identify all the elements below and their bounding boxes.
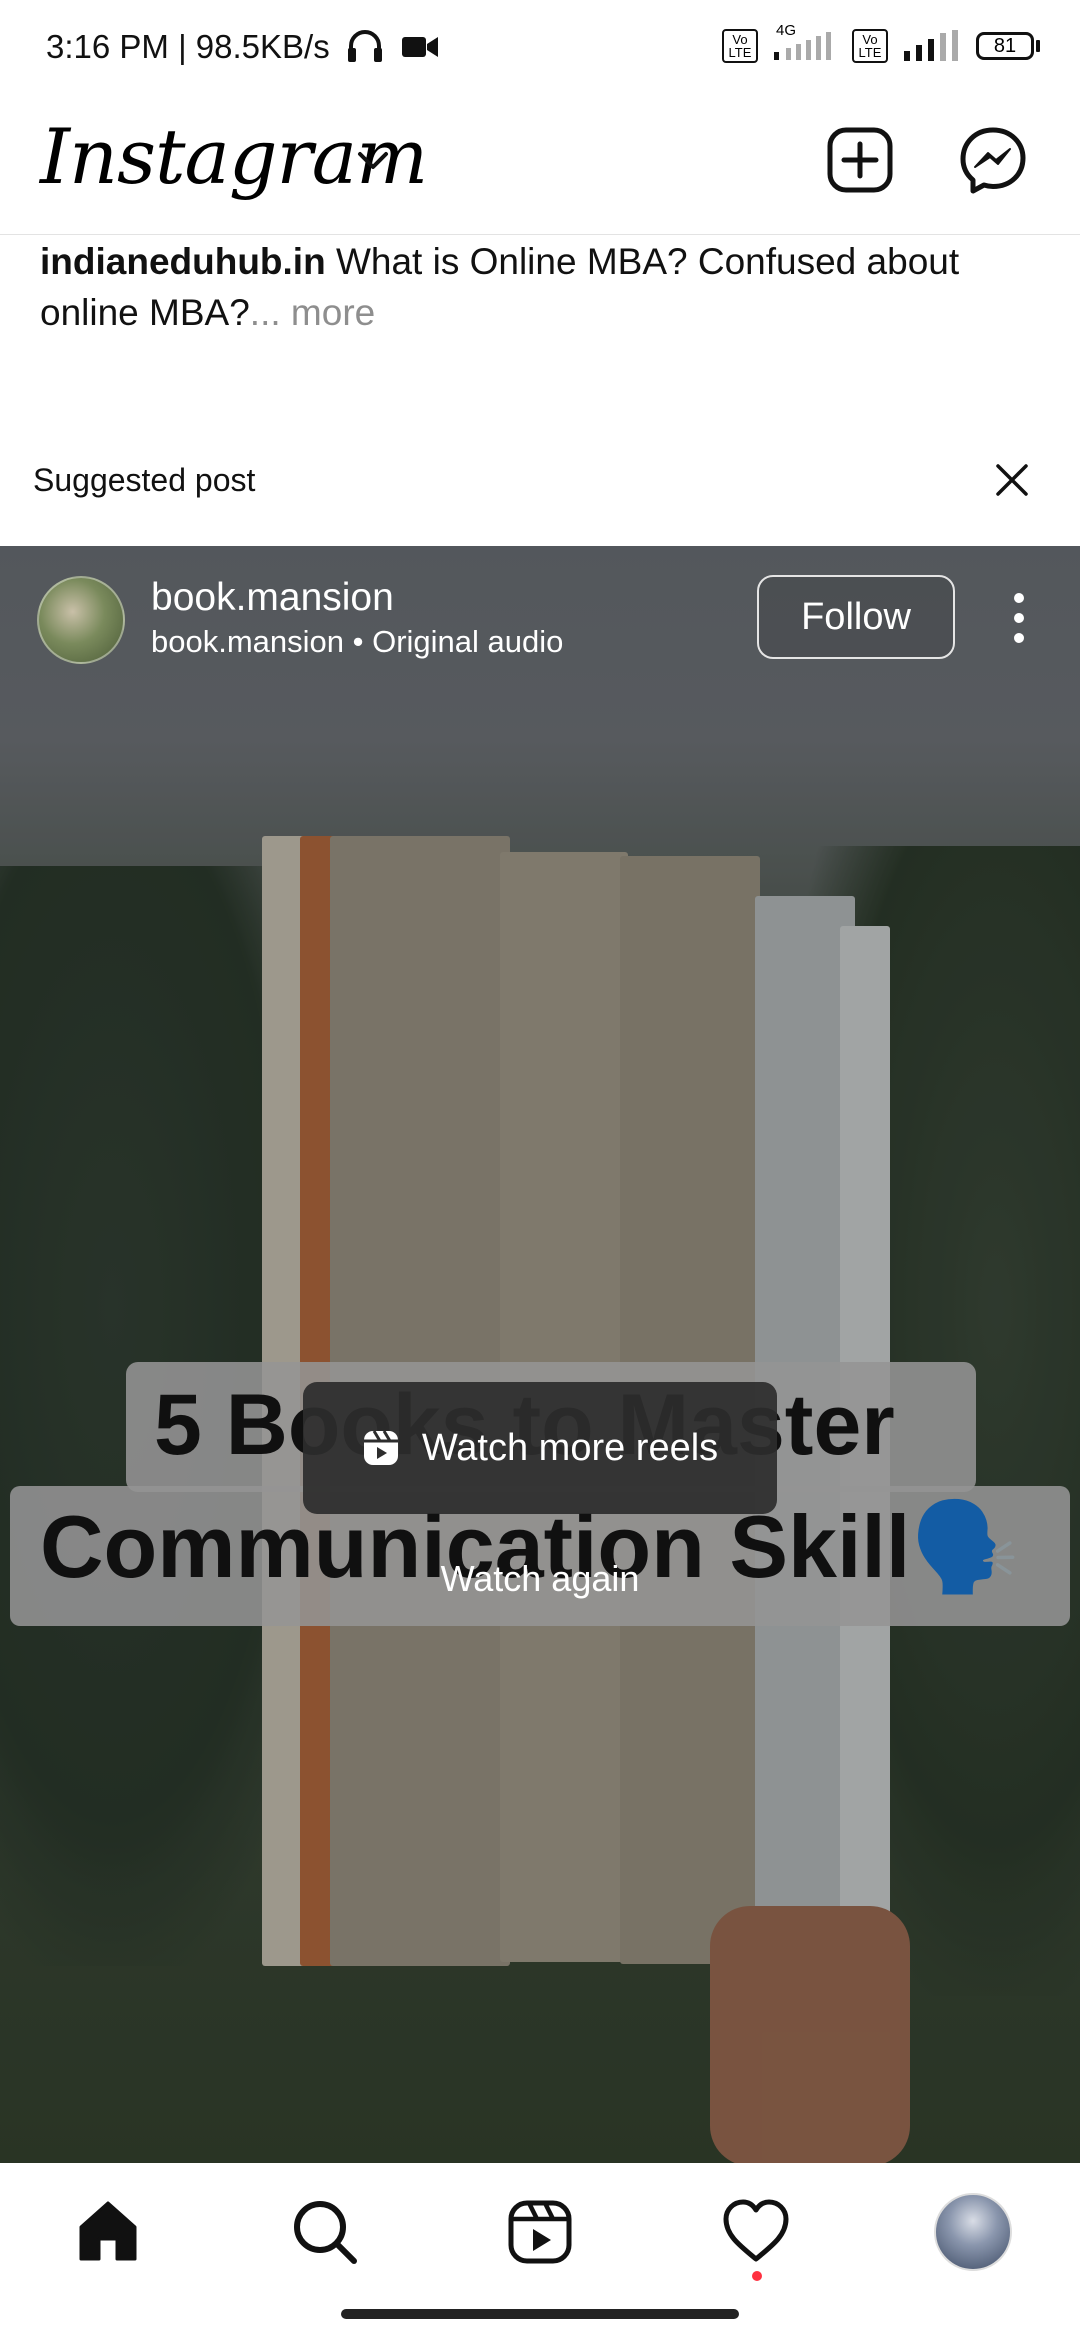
poster-audio-line[interactable]: book.mansion • Original audio (151, 624, 563, 660)
top-bar: Instagram (0, 100, 1080, 235)
more-link[interactable]: more (281, 292, 375, 333)
headphones-icon (347, 30, 382, 62)
home-indicator (341, 2309, 739, 2319)
network-type: 4G (776, 22, 797, 39)
volte-badge-2: Vo LTE (852, 29, 888, 63)
follow-button[interactable]: Follow (757, 575, 955, 659)
status-time-speed: 3:16 PM | 98.5KB/s (46, 28, 440, 66)
profile-avatar[interactable] (934, 2193, 1012, 2271)
post-caption: indianeduhub.in What is Online MBA? Conf… (40, 236, 1040, 338)
home-icon[interactable] (73, 2197, 143, 2267)
poster-username[interactable]: book.mansion (151, 576, 394, 620)
status-time: 3:16 PM | 98.5KB/s (46, 28, 330, 65)
suggested-post-label: Suggested post (33, 462, 256, 498)
media-dim-overlay (0, 546, 1080, 2163)
caption-ellipsis: ... (249, 292, 281, 333)
notification-dot (752, 2271, 762, 2281)
close-icon[interactable] (990, 458, 1034, 502)
chevron-down-icon[interactable] (356, 150, 390, 172)
bottom-nav (0, 2163, 1080, 2340)
watch-again-button[interactable]: Watch again (0, 1558, 1080, 1600)
caption-username[interactable]: indianeduhub.in (40, 241, 326, 282)
reels-icon[interactable] (505, 2197, 575, 2267)
volte-badge-1: Vo LTE (722, 29, 758, 63)
heart-icon[interactable] (721, 2197, 791, 2267)
battery-level: 81 (976, 32, 1034, 60)
video-call-icon (402, 37, 439, 57)
more-options-icon[interactable] (1004, 590, 1034, 646)
search-icon[interactable] (290, 2197, 360, 2267)
watch-more-reels-label: Watch more reels (421, 1426, 719, 1469)
messenger-icon[interactable] (955, 122, 1031, 198)
status-icons: Vo LTE 4G Vo LTE 81 (722, 22, 1040, 64)
reel-media[interactable]: 5 Books to Master Communication Skill🗣️ … (0, 546, 1080, 2163)
signal-icon-2 (904, 30, 958, 61)
battery-icon: 81 (976, 32, 1040, 60)
status-bar: 3:16 PM | 98.5KB/s Vo LTE 4G Vo LTE 81 (0, 0, 1080, 100)
watch-more-reels-button[interactable]: Watch more reels (303, 1382, 777, 1514)
new-post-icon[interactable] (822, 122, 898, 198)
signal-4g: 4G (772, 22, 838, 64)
reels-icon (363, 1430, 398, 1465)
poster-avatar[interactable] (37, 576, 125, 664)
